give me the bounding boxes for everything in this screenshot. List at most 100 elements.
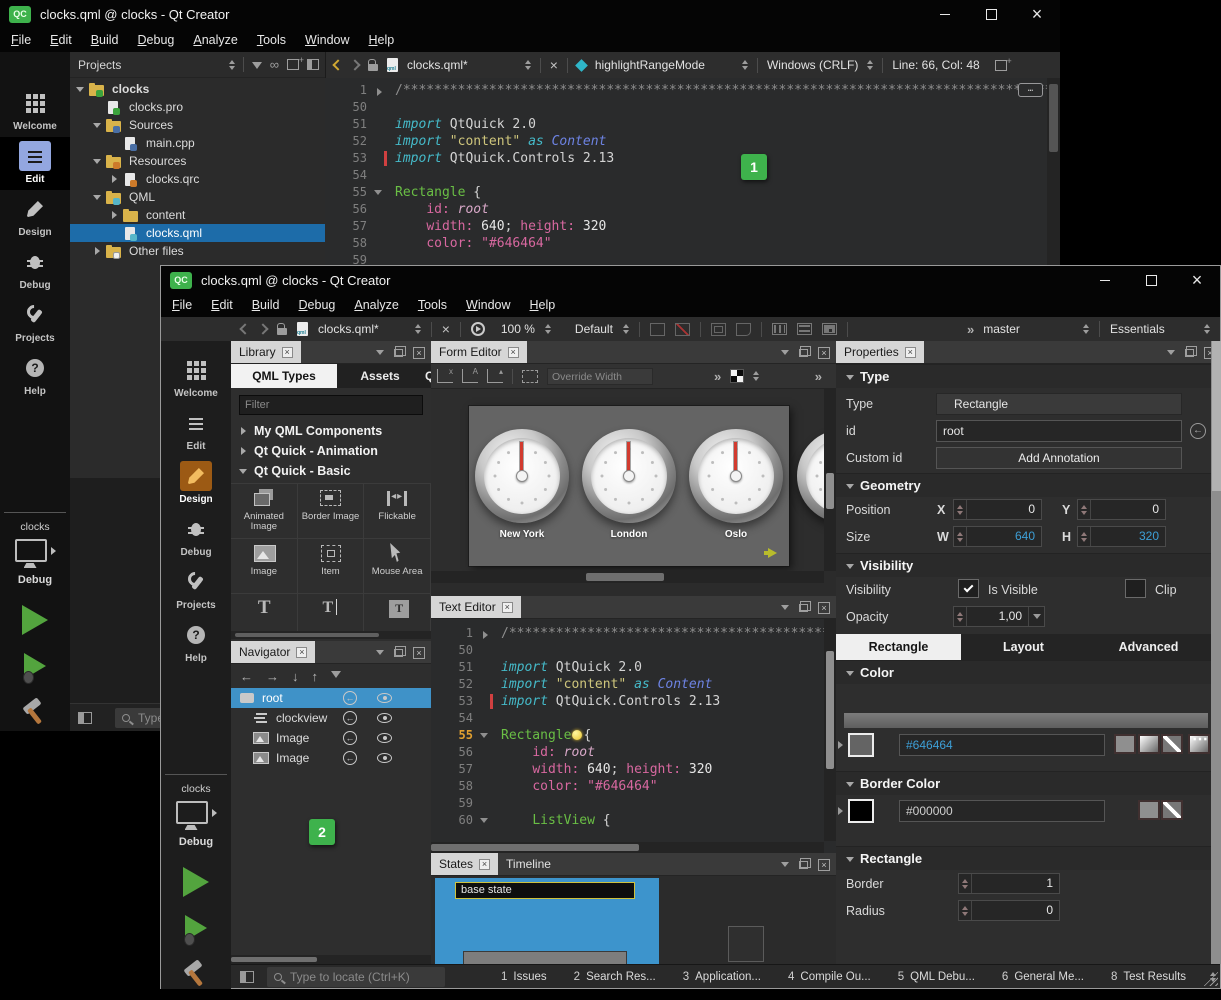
mode-debug[interactable]: Debug — [161, 510, 231, 563]
document-dropdown-arrows[interactable] — [525, 60, 531, 70]
code-line[interactable]: 54 — [431, 710, 836, 727]
tree-item-clocks[interactable]: clocks — [70, 80, 325, 98]
library-item-mouse-area[interactable]: Mouse Area — [364, 539, 431, 594]
panel-menu-icon[interactable] — [376, 350, 384, 355]
width-stepper[interactable]: 640 — [953, 526, 1042, 547]
library-item-image[interactable]: Image — [231, 539, 298, 594]
tree-item-main-cpp[interactable]: main.cpp — [70, 134, 325, 152]
mode-design[interactable]: Design — [161, 457, 231, 510]
tree-item-clocks-qml[interactable]: clocks.qml — [70, 224, 325, 242]
run-preview-icon[interactable] — [471, 322, 485, 336]
expand-icon[interactable] — [91, 155, 104, 167]
fold-marker[interactable] — [374, 190, 382, 195]
solid-color-button[interactable] — [1114, 734, 1136, 754]
timeline-panel-tab[interactable]: Timeline — [498, 853, 559, 875]
open-document-name[interactable]: clocks.qml* — [407, 58, 468, 72]
code-line[interactable]: 59 — [431, 795, 836, 812]
code-line[interactable]: 58 color: "#646464" — [325, 235, 1060, 252]
locator-input[interactable] — [288, 969, 438, 985]
export-toggle-icon[interactable] — [343, 751, 357, 765]
fold-marker[interactable] — [377, 88, 382, 96]
navigator-item-root[interactable]: root — [231, 688, 431, 708]
sidebar-icon[interactable] — [307, 59, 319, 70]
code-line[interactable]: 60 ListView { — [431, 812, 836, 829]
transparent-button[interactable] — [1161, 734, 1183, 754]
output-pane-application[interactable]: 3Application... — [683, 971, 761, 983]
fold-marker[interactable] — [480, 818, 488, 823]
columns-view-icon[interactable] — [772, 323, 787, 335]
library-item-animated-image[interactable]: Animated Image — [231, 484, 298, 539]
code-line[interactable]: 57 width: 640; height: 320 — [325, 218, 1060, 235]
menu-analyze[interactable]: Analyze — [354, 298, 398, 312]
navigator-panel-tab[interactable]: Navigator — [231, 641, 315, 663]
code-line[interactable]: 55Rectangle { — [325, 184, 1060, 201]
back-icon[interactable] — [332, 59, 343, 70]
output-pane-test-results[interactable]: 8Test Results — [1111, 971, 1186, 983]
code-line[interactable]: 56 id: root — [431, 744, 836, 761]
library-item-text[interactable] — [231, 594, 298, 633]
menu-window[interactable]: Window — [305, 33, 349, 47]
library-section-my-qml-components[interactable]: My QML Components — [231, 421, 431, 441]
menu-edit[interactable]: Edit — [50, 33, 72, 47]
close-icon[interactable] — [502, 602, 513, 613]
library-filter-input[interactable] — [239, 395, 423, 415]
tree-item-resources[interactable]: Resources — [70, 152, 325, 170]
mode-projects[interactable]: Projects — [161, 563, 231, 616]
text-editor-panel-tab[interactable]: Text Editor — [431, 596, 521, 618]
editor-horizontal-scrollbar[interactable] — [431, 842, 824, 853]
menu-file[interactable]: File — [11, 33, 31, 47]
properties-panel-tab[interactable]: Properties — [836, 341, 924, 363]
expand-icon[interactable] — [838, 741, 843, 749]
close-panel-icon[interactable] — [818, 859, 830, 871]
mode-help[interactable]: Help — [0, 349, 70, 402]
menu-file[interactable]: File — [172, 298, 192, 312]
move-down-icon[interactable]: ↓ — [292, 669, 299, 684]
grid-view-icon[interactable] — [822, 323, 837, 335]
close-panel-icon[interactable] — [818, 347, 830, 359]
line-ending-arrows[interactable] — [867, 60, 873, 70]
menu-debug[interactable]: Debug — [299, 298, 336, 312]
menu-build[interactable]: Build — [252, 298, 280, 312]
detach-panel-icon[interactable] — [394, 649, 403, 657]
back-icon[interactable] — [239, 323, 250, 334]
menu-build[interactable]: Build — [91, 33, 119, 47]
tab-assets[interactable]: Assets — [337, 364, 423, 388]
gradient-picker-button[interactable] — [1188, 734, 1210, 754]
tree-item-qml[interactable]: QML — [70, 188, 325, 206]
detach-panel-icon[interactable] — [1185, 349, 1194, 357]
output-pane-compile-ou[interactable]: 4Compile Ou... — [788, 971, 871, 983]
visibility-eye-icon[interactable] — [377, 693, 392, 703]
code-line[interactable]: 55Rectangle{ — [431, 727, 836, 744]
export-toggle-icon[interactable] — [343, 731, 357, 745]
solid-color-button[interactable] — [1138, 800, 1160, 820]
panel-menu-icon[interactable] — [781, 350, 789, 355]
close-document-icon[interactable]: × — [442, 322, 450, 336]
output-pane-issues[interactable]: 1Issues — [501, 971, 547, 983]
detach-panel-icon[interactable] — [799, 861, 808, 869]
toggle-left-sidebar-icon[interactable] — [78, 712, 92, 724]
height-stepper[interactable]: 320 — [1077, 526, 1166, 547]
fill-color-hex-input[interactable]: #646464 — [899, 734, 1105, 756]
tree-item-clocks-pro[interactable]: clocks.pro — [70, 98, 325, 116]
build-button[interactable] — [20, 692, 50, 732]
close-button[interactable] — [1174, 266, 1220, 294]
y-position-stepper[interactable]: 0 — [1077, 499, 1166, 520]
border-width-stepper[interactable]: 1 — [958, 873, 1060, 894]
close-document-icon[interactable]: × — [550, 58, 558, 72]
zoom-level[interactable]: 100 % — [501, 322, 535, 336]
library-section-qt-quick-animation[interactable]: Qt Quick - Animation — [231, 441, 431, 461]
close-icon[interactable] — [282, 347, 293, 358]
code-editor[interactable]: 1/**************************************… — [431, 619, 836, 835]
mode-edit[interactable]: Edit — [161, 404, 231, 457]
output-pane-search-res[interactable]: 2Search Res... — [574, 971, 656, 983]
id-input[interactable]: root — [936, 420, 1182, 442]
expand-icon[interactable] — [91, 191, 104, 203]
tree-item-content[interactable]: content — [70, 206, 325, 224]
expand-icon[interactable] — [91, 119, 104, 131]
type-section-header[interactable]: Type — [836, 364, 1211, 388]
transparent-button[interactable] — [1161, 800, 1183, 820]
snap-margins-icon[interactable] — [487, 369, 503, 383]
kit-selector-button[interactable] — [176, 801, 217, 824]
close-icon[interactable] — [905, 347, 916, 358]
detach-panel-icon[interactable] — [394, 349, 403, 357]
